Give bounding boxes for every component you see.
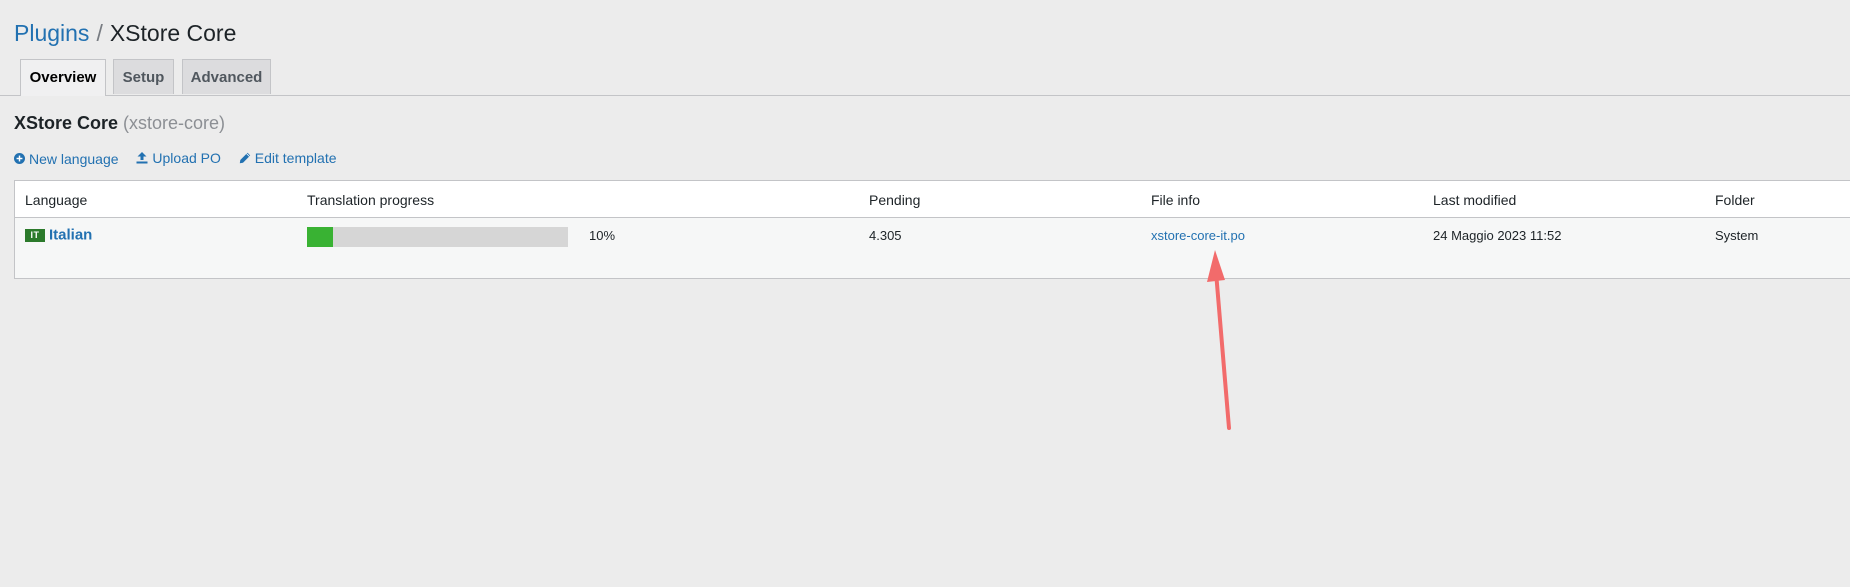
annotation-arrow-icon [1207,250,1231,430]
